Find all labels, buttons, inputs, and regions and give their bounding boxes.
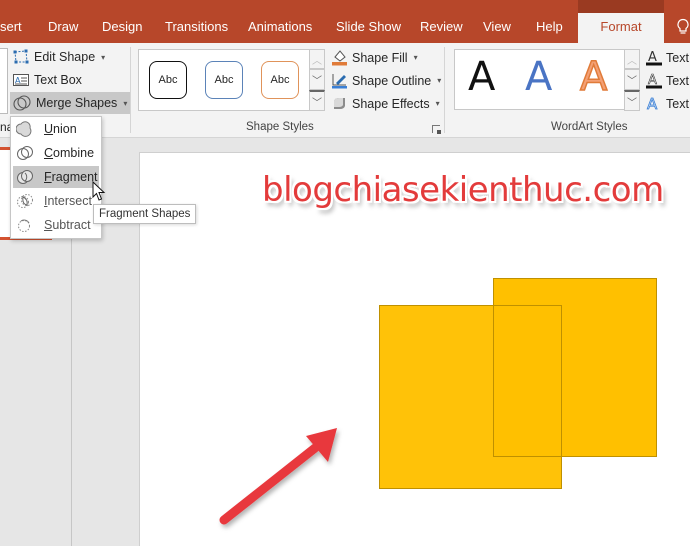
- wordart-style-orange[interactable]: A: [579, 53, 608, 101]
- shape-gallery-partial[interactable]: [0, 48, 8, 114]
- tab-design[interactable]: Design: [102, 19, 142, 34]
- tab-help[interactable]: Help: [536, 19, 563, 34]
- text-outline-icon: A: [646, 73, 662, 89]
- shape-effects-icon: [334, 98, 345, 109]
- menu-item-label: ntersect: [47, 194, 92, 208]
- menu-item-intersect[interactable]: Intersect: [13, 190, 99, 212]
- shape-effects-label: Shape Effects: [352, 96, 430, 111]
- pen-icon: [332, 74, 347, 89]
- combine-icon: [17, 146, 33, 160]
- text-effects-button[interactable]: A Text: [646, 95, 689, 112]
- wordart-styles-gallery: A A A: [454, 49, 625, 110]
- shape-outline-button[interactable]: Shape Outline ▾: [331, 72, 441, 89]
- subtract-icon: [18, 219, 30, 232]
- chevron-down-icon: ▾: [413, 53, 418, 62]
- chevron-down-icon: ▾: [437, 76, 442, 85]
- fragment-tooltip: Fragment Shapes: [93, 204, 197, 224]
- shape-effects-button[interactable]: Shape Effects ▾: [331, 95, 440, 112]
- shape-fill-label: Shape Fill: [352, 50, 408, 65]
- shape-style-thumb[interactable]: Abc: [205, 61, 243, 99]
- menu-accel: F: [44, 170, 52, 184]
- text-fill-icon: A: [646, 50, 662, 66]
- shape-fill-button[interactable]: Shape Fill ▾: [331, 49, 418, 66]
- gallery-scroll-down[interactable]: ﹀: [624, 69, 640, 90]
- wordart-style-black[interactable]: A: [468, 54, 495, 100]
- edit-shape-button[interactable]: Edit Shape ▾: [12, 49, 105, 65]
- menu-item-label: ubtract: [52, 218, 91, 232]
- menu-accel: C: [44, 146, 54, 160]
- tab-animations[interactable]: Animations: [248, 19, 312, 34]
- ribbon-tab-bar: sert Draw Design Transitions Animations …: [0, 0, 690, 43]
- menu-item-combine[interactable]: Combine: [13, 142, 99, 164]
- chevron-down-icon: ▾: [101, 52, 106, 62]
- union-icon: [16, 121, 32, 137]
- watermark-text: blogchiasekienthuc.com: [262, 170, 664, 210]
- edit-shape-icon: [13, 49, 29, 64]
- shape-style-thumb[interactable]: Abc: [261, 61, 299, 99]
- menu-item-subtract[interactable]: Subtract: [13, 214, 99, 236]
- text-effects-icon: A: [647, 95, 659, 112]
- contextual-tab-header: [578, 0, 664, 13]
- text-box-icon: A: [13, 74, 29, 86]
- tab-transitions[interactable]: Transitions: [165, 19, 228, 34]
- tab-slide-show[interactable]: Slide Show: [336, 19, 401, 34]
- rectangle-shape-1[interactable]: [379, 305, 562, 489]
- gallery-more-button[interactable]: ﹀: [624, 90, 640, 111]
- text-box-label: Text Box: [34, 73, 82, 87]
- group-separator: [444, 47, 445, 133]
- tab-draw[interactable]: Draw: [48, 19, 78, 34]
- ribbon: Edit Shape ▾ A Text Box Merge Shapes ▾ na …: [0, 43, 690, 138]
- text-fill-label: Text: [666, 50, 689, 65]
- lightbulb-icon[interactable]: [676, 18, 690, 36]
- fragment-icon: [17, 170, 33, 184]
- menu-item-union[interactable]: Union: [13, 118, 99, 140]
- chevron-down-icon: ▾: [123, 98, 128, 108]
- edit-shape-label: Edit Shape: [34, 50, 96, 64]
- gallery-scroll-up[interactable]: ︿: [624, 49, 640, 69]
- text-outline-button[interactable]: A Text: [646, 72, 689, 89]
- text-outline-label: Text: [666, 73, 689, 88]
- gallery-more-button[interactable]: ﹀: [309, 90, 325, 111]
- shape-styles-gallery: Abc Abc Abc: [138, 49, 310, 111]
- tab-view[interactable]: View: [483, 19, 511, 34]
- shape-style-thumb[interactable]: Abc: [149, 61, 187, 99]
- mouse-pointer-icon: [92, 181, 106, 201]
- menu-item-label: ombine: [53, 146, 95, 160]
- text-fill-button[interactable]: A Text: [646, 49, 689, 66]
- gallery-scroll-up[interactable]: ︿: [309, 49, 325, 69]
- chevron-down-icon: ▾: [435, 99, 440, 108]
- svg-text:A: A: [647, 95, 658, 112]
- merge-shapes-label: Merge Shapes: [36, 96, 118, 110]
- shape-styles-group-label: Shape Styles: [246, 121, 314, 133]
- tab-format[interactable]: Format: [578, 13, 664, 43]
- tab-insert[interactable]: sert: [0, 19, 22, 34]
- shape-styles-dialog-launcher[interactable]: [432, 125, 441, 134]
- intersect-icon: [17, 194, 33, 208]
- text-effects-label: Text: [666, 96, 689, 111]
- shape-outline-label: Shape Outline: [352, 73, 432, 88]
- menu-item-label: nion: [53, 122, 77, 136]
- merge-shapes-icon: [13, 95, 31, 111]
- paint-bucket-icon: [332, 50, 347, 66]
- menu-item-label: ragment: [51, 170, 98, 184]
- tab-review[interactable]: Review: [420, 19, 463, 34]
- menu-item-fragment[interactable]: Fragment: [13, 166, 99, 188]
- gallery-scroll-down[interactable]: ﹀: [309, 69, 325, 90]
- menu-accel: U: [44, 122, 54, 136]
- merge-shapes-button[interactable]: Merge Shapes ▾: [10, 92, 132, 114]
- group-separator: [130, 47, 131, 133]
- wordart-style-blue[interactable]: A: [525, 54, 552, 100]
- wordart-styles-group-label: WordArt Styles: [551, 121, 628, 133]
- red-arrow-annotation: [219, 428, 337, 525]
- text-box-button[interactable]: A Text Box: [12, 72, 82, 88]
- merge-shapes-menu: Union Combine Fragment Intersect Subtrac…: [10, 116, 102, 239]
